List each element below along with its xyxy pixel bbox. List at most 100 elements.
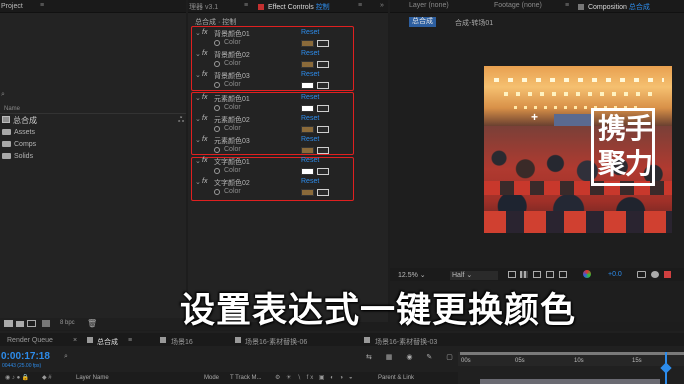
property-row[interactable]: Color — [190, 60, 390, 71]
reset-button[interactable]: Reset — [301, 94, 319, 101]
trash-icon[interactable]: 🗑 — [87, 319, 97, 328]
timeline-tab[interactable]: 场景16 — [171, 337, 193, 347]
chevron-down-icon[interactable]: ⌄ — [195, 29, 201, 37]
column-mode[interactable]: Mode — [204, 375, 219, 381]
effect-row[interactable]: ⌄ fx 元素颜色02 Reset — [190, 115, 390, 126]
eyedropper-icon[interactable] — [317, 82, 329, 89]
property-row[interactable]: Color — [190, 188, 390, 199]
footage-tab[interactable]: Footage (none) — [494, 2, 542, 9]
zoom-select[interactable]: 12.5% ⌄ — [398, 271, 426, 279]
eyedropper-icon[interactable] — [317, 126, 329, 133]
stopwatch-icon[interactable] — [214, 189, 220, 195]
reset-button[interactable]: Reset — [301, 115, 319, 122]
stopwatch-icon[interactable] — [214, 147, 220, 153]
property-row[interactable]: Color — [190, 125, 390, 136]
chevron-down-icon[interactable]: ⌄ — [195, 115, 201, 123]
new-comp-icon[interactable] — [27, 320, 36, 327]
chevron-down-icon[interactable]: ⌄ — [195, 50, 201, 58]
new-folder-icon[interactable] — [16, 321, 24, 327]
current-timecode[interactable]: 0:00:17:18 — [1, 351, 50, 362]
color-swatch[interactable] — [301, 126, 314, 133]
timeline-toggles[interactable]: ⇆ ▦ ◉ ✎ ▢ — [366, 353, 459, 361]
color-swatch[interactable] — [301, 168, 314, 175]
work-area-bar[interactable] — [460, 352, 684, 355]
effect-row[interactable]: ⌄ fx 元素颜色01 Reset — [190, 94, 390, 105]
column-parent[interactable]: Parent & Link — [378, 375, 414, 381]
close-icon[interactable]: × — [73, 337, 77, 344]
expand-panels-icon[interactable]: » — [380, 2, 384, 9]
color-swatch-icon[interactable] — [664, 271, 671, 278]
project-settings-icon[interactable] — [42, 320, 50, 327]
eye-icon[interactable]: ◉ ♪ ● 🔒 — [5, 374, 29, 381]
property-row[interactable]: Color — [190, 146, 390, 157]
flowchart-icon[interactable]: ஃ — [178, 115, 184, 125]
color-swatch[interactable] — [301, 61, 314, 68]
timeline-search-icon[interactable]: ⌕ — [64, 353, 68, 361]
effect-row[interactable]: ⌄ fx 背景颜色01 Reset — [190, 29, 390, 40]
grid-icon[interactable] — [546, 271, 554, 278]
reset-button[interactable]: Reset — [301, 178, 319, 185]
stopwatch-icon[interactable] — [214, 126, 220, 132]
reset-button[interactable]: Reset — [301, 71, 319, 78]
interpret-footage-icon[interactable] — [4, 320, 13, 327]
eyedropper-icon[interactable] — [317, 147, 329, 154]
reset-button[interactable]: Reset — [301, 29, 319, 36]
color-swatch[interactable] — [301, 105, 314, 112]
chevron-down-icon[interactable]: ⌄ — [195, 178, 201, 186]
chevron-down-icon[interactable]: ⌄ — [195, 136, 201, 144]
property-row[interactable]: Color — [190, 167, 390, 178]
property-row[interactable]: Color — [190, 104, 390, 115]
region-of-interest-icon[interactable] — [508, 271, 516, 278]
stopwatch-icon[interactable] — [214, 105, 220, 111]
column-track-matte[interactable]: T Track M... — [230, 375, 262, 381]
stopwatch-icon[interactable] — [214, 82, 220, 88]
effect-row[interactable]: ⌄ fx 文字颜色02 Reset — [190, 178, 390, 189]
effect-row[interactable]: ⌄ fx 背景颜色02 Reset — [190, 50, 390, 61]
transparency-grid-icon[interactable] — [520, 271, 528, 278]
project-column-name[interactable]: Name — [4, 106, 20, 112]
composition-preview[interactable]: + 携手 聚力 — [484, 66, 672, 233]
anchor-point-icon[interactable]: + — [531, 111, 538, 123]
effect-controls-tab[interactable]: Effect Controls 控制 — [258, 2, 330, 12]
stopwatch-icon[interactable] — [214, 40, 220, 46]
color-swatch[interactable] — [301, 147, 314, 154]
channel-icon[interactable] — [583, 270, 591, 278]
plugin-tab[interactable]: 理器 v3.1 — [189, 2, 218, 12]
panel-menu-icon[interactable]: ≡ — [244, 2, 248, 9]
effect-row[interactable]: ⌄ fx 背景颜色03 Reset — [190, 71, 390, 82]
timeline-tab-active[interactable]: 总合成 — [97, 337, 118, 347]
eyedropper-icon[interactable] — [317, 105, 329, 112]
eyedropper-icon[interactable] — [317, 168, 329, 175]
reset-button[interactable]: Reset — [301, 50, 319, 57]
eyedropper-icon[interactable] — [317, 189, 329, 196]
timeline-tab[interactable]: 场景16-素材替换-06 — [245, 337, 307, 347]
property-row[interactable]: Color — [190, 39, 390, 50]
column-layer-name[interactable]: Layer Name — [76, 375, 109, 381]
chevron-down-icon[interactable]: ⌄ — [195, 71, 201, 79]
composition-tab[interactable]: Composition 总合成 — [578, 2, 650, 12]
timeline-tab[interactable]: 场景16-素材替换-03 — [375, 337, 437, 347]
breadcrumb-next[interactable]: 合成-转场01 — [455, 18, 493, 28]
chevron-down-icon[interactable]: ⌄ — [195, 94, 201, 102]
panel-menu-icon[interactable]: ≡ — [565, 2, 569, 9]
mask-visibility-icon[interactable] — [533, 271, 541, 278]
property-row[interactable]: Color — [190, 81, 390, 92]
panel-menu-icon[interactable]: ≡ — [128, 337, 132, 344]
eyedropper-icon[interactable] — [317, 61, 329, 68]
color-swatch[interactable] — [301, 189, 314, 196]
bpc-label[interactable]: 8 bpc — [60, 320, 75, 326]
panel-menu-icon[interactable]: ≡ — [40, 2, 44, 9]
reset-button[interactable]: Reset — [301, 157, 319, 164]
switches-icons[interactable]: ⚙ ☀ ∖ fx ▣ ◐ ◑ ◒ — [275, 374, 354, 381]
breadcrumb-active[interactable]: 总合成 — [409, 17, 436, 27]
eyedropper-icon[interactable] — [317, 40, 329, 47]
render-queue-tab[interactable]: Render Queue — [7, 337, 53, 344]
resolution-select[interactable]: Half ⌄ — [450, 271, 498, 280]
3d-view-icon[interactable] — [559, 271, 567, 278]
chevron-down-icon[interactable]: ⌄ — [195, 157, 201, 165]
show-snapshot-icon[interactable] — [651, 271, 659, 278]
list-item[interactable]: Solids — [2, 153, 33, 163]
effect-row[interactable]: ⌄ fx 元素颜色03 Reset — [190, 136, 390, 147]
panel-menu-icon[interactable]: ≡ — [358, 2, 362, 9]
reset-button[interactable]: Reset — [301, 136, 319, 143]
